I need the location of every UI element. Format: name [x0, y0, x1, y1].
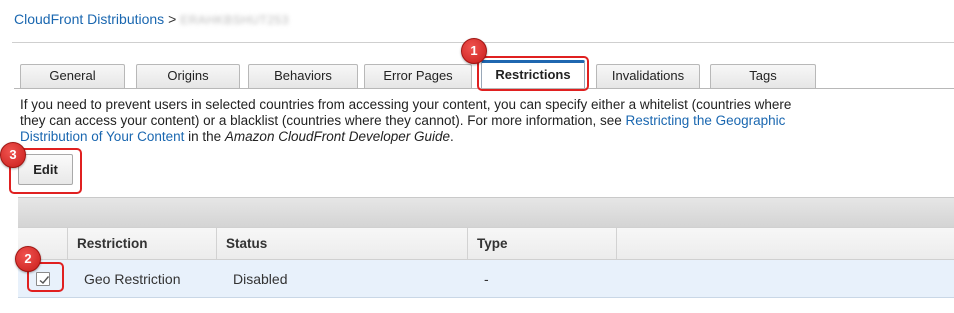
annotation-marker-1: 1	[461, 38, 487, 64]
description-text-end: .	[450, 129, 454, 144]
developer-guide-title: Amazon CloudFront Developer Guide	[224, 129, 451, 144]
highlight-box-restrictions-tab	[477, 56, 589, 91]
breadcrumb: CloudFront Distributions > ERAHKBSHUT253	[14, 10, 289, 29]
restrictions-description: If you need to prevent users in selected…	[20, 97, 810, 145]
table-header: Restriction Status Type	[18, 227, 954, 260]
description-text-middle: in the	[188, 129, 222, 144]
breadcrumb-link-distributions[interactable]: CloudFront Distributions	[14, 11, 164, 27]
annotation-marker-2: 2	[15, 246, 41, 272]
tab-behaviors[interactable]: Behaviors	[248, 64, 358, 88]
breadcrumb-separator: >	[168, 11, 177, 27]
column-header-spacer	[617, 228, 954, 259]
column-header-type[interactable]: Type	[468, 228, 617, 259]
cell-type: -	[484, 271, 489, 287]
tab-tags[interactable]: Tags	[710, 64, 816, 88]
cell-status: Disabled	[233, 271, 288, 287]
table-row[interactable]: Geo Restriction Disabled -	[18, 260, 954, 298]
tab-origins[interactable]: Origins	[136, 64, 240, 88]
tab-invalidations[interactable]: Invalidations	[596, 64, 700, 88]
tab-error-pages[interactable]: Error Pages	[364, 64, 472, 88]
grid-toolbar	[18, 197, 954, 227]
tab-general[interactable]: General	[20, 64, 125, 88]
column-header-status[interactable]: Status	[217, 228, 468, 259]
column-header-restriction[interactable]: Restriction	[68, 228, 217, 259]
annotation-marker-3: 3	[0, 142, 26, 168]
breadcrumb-distribution-id: ERAHKBSHUT253	[180, 13, 289, 27]
cell-restriction: Geo Restriction	[84, 271, 181, 287]
